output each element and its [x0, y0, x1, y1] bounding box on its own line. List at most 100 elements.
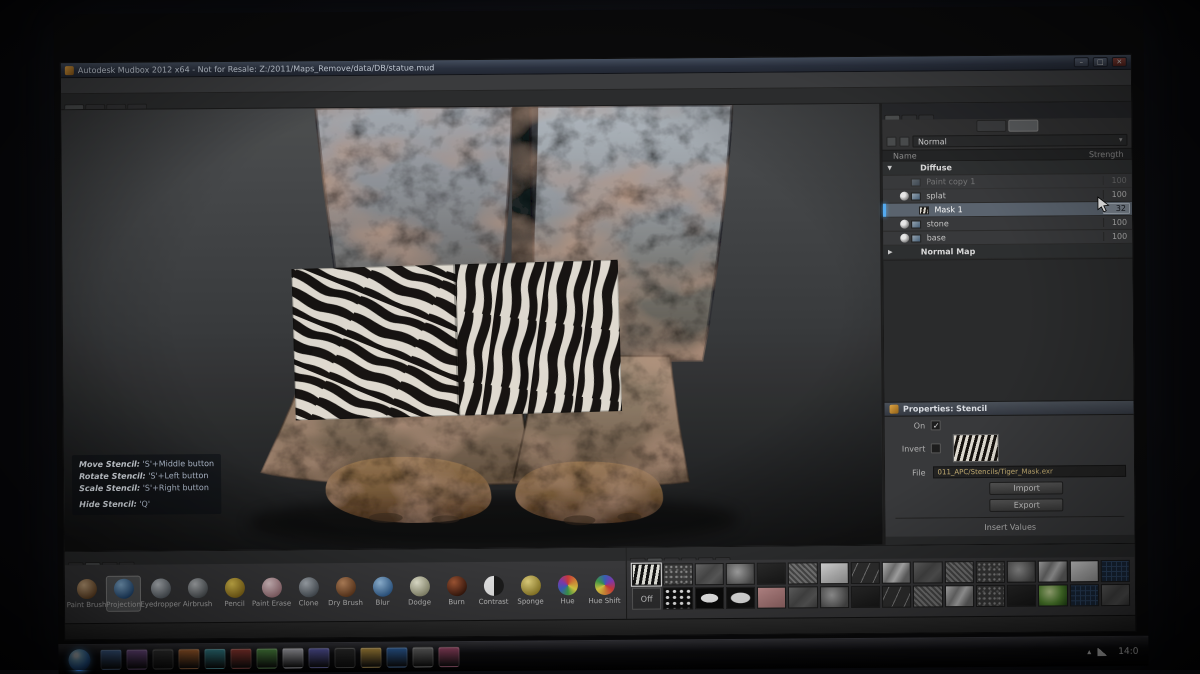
stencil-thumbnail[interactable]	[1100, 560, 1129, 582]
menu-item[interactable]	[149, 83, 161, 87]
stencil-thumbnail[interactable]	[944, 585, 973, 607]
taskbar-clock[interactable]: 14:0	[1118, 646, 1138, 656]
tool-button[interactable]: Paint Brush	[69, 576, 104, 612]
export-button[interactable]: Export	[990, 498, 1064, 512]
stencil-thumbnail[interactable]	[913, 561, 942, 583]
layer-strength-value[interactable]: 100	[1103, 232, 1130, 241]
stencil-thumbnail[interactable]	[663, 563, 692, 585]
stencil-thumbnail[interactable]: Off	[632, 588, 661, 610]
layer-expand-toggle[interactable]: ▶	[886, 249, 895, 256]
stencil-thumbnail[interactable]	[694, 587, 723, 609]
stencil-thumbnail[interactable]	[788, 586, 817, 608]
mode-button[interactable]	[1008, 120, 1038, 132]
menu-item[interactable]	[77, 84, 89, 88]
import-button[interactable]: Import	[990, 481, 1064, 495]
stencil-thumbnail[interactable]	[726, 563, 755, 585]
tray-up-arrow-icon[interactable]: ▴	[1087, 647, 1091, 656]
stencil-thumbnail[interactable]	[851, 586, 880, 608]
stencil-thumbnail[interactable]	[1069, 560, 1098, 582]
stencil-thumbnail[interactable]	[632, 564, 661, 586]
layer-strength-value[interactable]: 100	[1103, 176, 1130, 185]
tool-button[interactable]: Hue	[550, 572, 585, 608]
layer-visibility-icon[interactable]	[901, 220, 910, 229]
tool-button[interactable]: Pencil	[217, 575, 252, 611]
stencil-thumbnail[interactable]	[1038, 560, 1067, 582]
stencil-thumbnail[interactable]	[788, 562, 817, 584]
stencil-thumbnail[interactable]	[913, 585, 942, 607]
view-tab[interactable]	[127, 104, 147, 109]
tool-button[interactable]: Dodge	[402, 573, 437, 609]
stencil-on-checkbox[interactable]: ✓	[931, 420, 941, 430]
tool-button[interactable]: Contrast	[476, 573, 511, 609]
new-layer-icon[interactable]	[887, 137, 897, 147]
menu-item[interactable]	[161, 83, 173, 87]
view-tab[interactable]	[85, 104, 105, 109]
tool-button[interactable]: Hue Shift	[587, 572, 622, 608]
stencil-thumbnail[interactable]	[1007, 561, 1036, 583]
stencil-preview-thumbnail[interactable]	[953, 434, 999, 462]
taskbar-app-icon[interactable]	[386, 647, 407, 668]
menu-item[interactable]	[89, 83, 101, 87]
stencil-thumbnail[interactable]	[882, 586, 911, 608]
stencil-thumbnail[interactable]	[882, 562, 911, 584]
menu-item[interactable]	[113, 83, 125, 87]
stencil-thumbnail[interactable]	[1069, 584, 1098, 606]
taskbar-app-icon[interactable]	[204, 648, 225, 669]
tool-button[interactable]: Blur	[365, 574, 400, 610]
3d-viewport[interactable]: Move Stencil: 'S'+Middle button Rotate S…	[61, 104, 883, 551]
tool-button[interactable]: Eyedropper	[143, 575, 178, 611]
taskbar-app-icon[interactable]	[126, 649, 147, 670]
blend-mode-dropdown[interactable]: Normal ▾	[913, 134, 1128, 148]
tool-button[interactable]: Paint Erase	[254, 574, 289, 610]
stencil-thumbnail[interactable]	[757, 587, 786, 609]
stencil-thumbnail[interactable]	[663, 587, 692, 609]
tool-button[interactable]: Projection	[106, 576, 141, 612]
stencil-thumbnail[interactable]	[726, 587, 755, 609]
layer-row[interactable]: Paint copy 1 100	[883, 174, 1132, 190]
mode-button[interactable]	[976, 120, 1006, 132]
taskbar-app-icon[interactable]	[256, 648, 277, 669]
stencil-file-field[interactable]: 011_APC/Stencils/Tiger_Mask.exr	[933, 465, 1126, 479]
stencil-thumbnail[interactable]	[976, 585, 1005, 607]
tool-button[interactable]: Clone	[291, 574, 326, 610]
taskbar-app-icon[interactable]	[178, 648, 199, 669]
tool-button[interactable]: Dry Brush	[328, 574, 363, 610]
layer-visibility-icon[interactable]	[901, 234, 910, 243]
insert-values-section[interactable]: Insert Values	[984, 523, 1036, 532]
tool-button[interactable]: Airbrush	[180, 575, 215, 611]
view-tab[interactable]	[106, 104, 126, 109]
stencil-invert-checkbox[interactable]	[931, 443, 941, 453]
stencil-thumbnail[interactable]	[975, 561, 1004, 583]
stencil-thumbnail[interactable]	[944, 561, 973, 583]
properties-header[interactable]: Properties: Stencil	[885, 401, 1134, 417]
stencil-thumbnail[interactable]	[1038, 584, 1067, 606]
menu-item[interactable]	[101, 83, 113, 87]
stencil-thumbnail[interactable]	[851, 562, 880, 584]
menu-item[interactable]	[137, 83, 149, 87]
menu-item[interactable]	[125, 83, 137, 87]
taskbar-app-icon[interactable]	[308, 647, 329, 668]
layer-expand-toggle[interactable]: ▼	[885, 165, 894, 172]
stencil-thumbnail[interactable]	[1101, 584, 1130, 606]
menu-item[interactable]	[65, 84, 77, 88]
layer-strength-value[interactable]: 100	[1103, 218, 1130, 227]
tool-button[interactable]: Sponge	[513, 572, 548, 608]
network-icon[interactable]	[1097, 648, 1106, 656]
taskbar-app-icon[interactable]	[152, 648, 173, 669]
stencil-thumbnail[interactable]	[819, 562, 848, 584]
maximize-button[interactable]: □	[1093, 57, 1108, 67]
layer-visibility-icon[interactable]	[900, 192, 909, 201]
tool-button[interactable]: Burn	[439, 573, 474, 609]
start-button[interactable]	[68, 649, 90, 671]
taskbar-app-icon[interactable]	[230, 648, 251, 669]
menu-item[interactable]	[173, 83, 185, 87]
close-button[interactable]: ✕	[1112, 57, 1127, 67]
stencil-thumbnail[interactable]	[757, 563, 786, 585]
taskbar-app-icon[interactable]	[282, 647, 303, 668]
delete-layer-icon[interactable]	[900, 137, 910, 147]
stencil-thumbnail[interactable]	[694, 563, 723, 585]
taskbar-app-icon[interactable]	[100, 649, 121, 670]
taskbar-app-icon[interactable]	[412, 646, 433, 667]
view-tab[interactable]	[64, 104, 84, 109]
stencil-thumbnail[interactable]	[819, 586, 848, 608]
